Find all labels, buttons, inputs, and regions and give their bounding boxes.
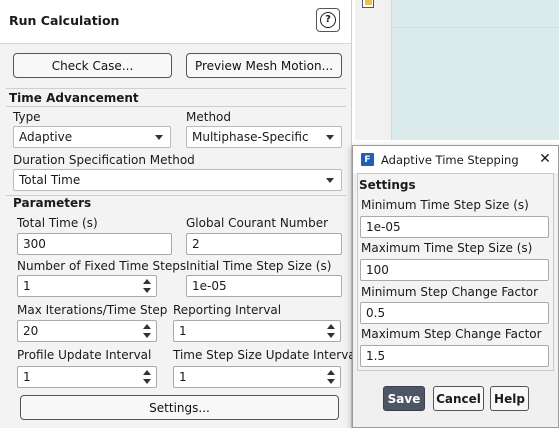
- folder-icon-accent: [365, 0, 372, 5]
- method-value: Multiphase-Specific: [192, 130, 309, 144]
- type-dropdown[interactable]: Adaptive: [13, 126, 171, 148]
- dialog-titlebar: F Adaptive Time Stepping ✕: [353, 146, 558, 173]
- method-label: Method: [186, 110, 232, 124]
- time-step-update-value: 1: [179, 370, 187, 384]
- profile-update-stepper[interactable]: 1: [17, 366, 157, 388]
- spinner-icon[interactable]: [143, 278, 152, 294]
- time-step-update-stepper[interactable]: 1: [173, 366, 341, 388]
- graphics-viewport: [392, 0, 559, 140]
- spinner-icon[interactable]: [327, 369, 336, 385]
- min-step-size-input[interactable]: 1e-05: [360, 216, 549, 238]
- duration-method-label: Duration Specification Method: [13, 153, 195, 167]
- parameters-title: Parameters: [13, 196, 92, 210]
- time-step-update-label: Time Step Size Update Interval: [173, 348, 359, 362]
- reporting-interval-value: 1: [179, 324, 187, 338]
- reporting-interval-stepper[interactable]: 1: [173, 320, 341, 342]
- chevron-down-icon: [326, 178, 334, 183]
- fixed-time-steps-label: Number of Fixed Time Steps: [17, 259, 187, 273]
- graphics-toolbar: [355, 0, 392, 140]
- divider: [6, 106, 346, 107]
- help-icon: ?: [320, 12, 336, 28]
- run-calculation-panel: Run Calculation ? Check Case... Preview …: [0, 0, 359, 428]
- max-iterations-stepper[interactable]: 20: [17, 320, 157, 342]
- type-value: Adaptive: [19, 130, 73, 144]
- time-advancement-title: Time Advancement: [9, 91, 139, 105]
- panel-title: Run Calculation: [9, 13, 120, 28]
- min-step-factor-label: Minimum Step Change Factor: [361, 285, 539, 299]
- max-step-size-label: Maximum Time Step Size (s): [361, 241, 533, 255]
- settings-button[interactable]: Settings...: [20, 395, 339, 420]
- close-icon[interactable]: ✕: [537, 150, 553, 168]
- save-button[interactable]: Save: [383, 386, 425, 411]
- graphics-divider: [392, 27, 559, 28]
- chevron-down-icon: [326, 135, 334, 140]
- fixed-time-steps-value: 1: [23, 279, 31, 293]
- spinner-icon[interactable]: [327, 323, 336, 339]
- divider: [6, 88, 346, 89]
- max-iterations-value: 20: [23, 324, 39, 338]
- dialog-section-title: Settings: [359, 178, 416, 192]
- type-label: Type: [13, 110, 41, 124]
- global-courant-label: Global Courant Number: [186, 216, 329, 230]
- help-button[interactable]: ?: [316, 8, 340, 32]
- check-case-button[interactable]: Check Case...: [13, 53, 172, 78]
- dialog-title: Adaptive Time Stepping: [381, 153, 519, 167]
- duration-method-dropdown[interactable]: Total Time: [13, 169, 342, 191]
- max-step-factor-label: Maximum Step Change Factor: [361, 327, 542, 341]
- profile-update-value: 1: [23, 370, 31, 384]
- panel-header: Run Calculation ?: [0, 0, 351, 44]
- fixed-time-steps-stepper[interactable]: 1: [17, 275, 157, 297]
- profile-update-label: Profile Update Interval: [17, 348, 152, 362]
- max-step-factor-input[interactable]: 1.5: [360, 345, 549, 367]
- preview-mesh-motion-button[interactable]: Preview Mesh Motion...: [186, 53, 342, 78]
- duration-method-value: Total Time: [19, 173, 81, 187]
- min-step-factor-input[interactable]: 0.5: [360, 302, 549, 324]
- max-iterations-label: Max Iterations/Time Step: [17, 303, 168, 317]
- help-button[interactable]: Help: [490, 386, 529, 411]
- global-courant-input[interactable]: 2: [186, 233, 342, 255]
- chevron-down-icon: [155, 135, 163, 140]
- total-time-label: Total Time (s): [17, 216, 98, 230]
- initial-step-size-input[interactable]: 1e-05: [186, 275, 342, 297]
- total-time-input[interactable]: 300: [17, 233, 172, 255]
- reporting-interval-label: Reporting Interval: [173, 303, 282, 317]
- spinner-icon[interactable]: [143, 323, 152, 339]
- min-step-size-label: Minimum Time Step Size (s): [361, 198, 529, 212]
- initial-step-size-label: Initial Time Step Size (s): [186, 259, 332, 273]
- max-step-size-input[interactable]: 100: [360, 259, 549, 281]
- spinner-icon[interactable]: [143, 369, 152, 385]
- method-dropdown[interactable]: Multiphase-Specific: [186, 126, 342, 148]
- cancel-button[interactable]: Cancel: [433, 386, 484, 411]
- fluent-app-icon: F: [361, 153, 374, 166]
